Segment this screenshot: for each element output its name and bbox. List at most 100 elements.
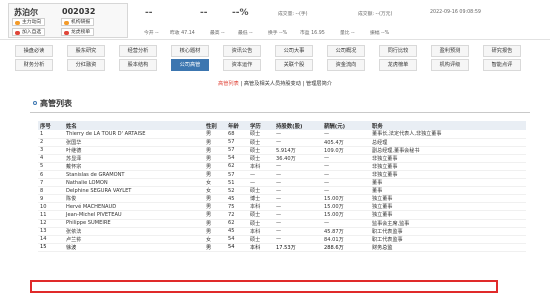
menu-item[interactable]: 资金流向 bbox=[327, 59, 365, 71]
table-cell: 董事 bbox=[370, 178, 526, 188]
table-cell: — bbox=[248, 170, 274, 180]
dragon-tiger-button[interactable]: 龙虎榜单 bbox=[61, 28, 95, 36]
table-cell[interactable]: 戴怀宗 bbox=[64, 162, 204, 171]
table-cell[interactable]: Hervé MACHENAUD bbox=[64, 202, 204, 212]
table-cell: 405.4万 bbox=[322, 138, 370, 147]
table-cell: 非独立董事 bbox=[370, 154, 526, 163]
table-cell: 57 bbox=[226, 138, 248, 147]
table-cell: 15.00万 bbox=[322, 202, 370, 212]
executive-table: 序号 姓名 性别 年龄 学历 持股数(股) 薪酬(元) 职务 1 Thierry … bbox=[38, 121, 526, 252]
menu-item[interactable]: 资讯公告 bbox=[223, 45, 261, 57]
table-row: 6 Stanislas de GRAMONT 男 57— — — 非独立董事 bbox=[38, 170, 526, 180]
table-cell: 15.00万 bbox=[322, 194, 370, 204]
table-row: 4 苏显泽男 54 硕士 36.40万 — 非独立董事 bbox=[38, 154, 526, 163]
table-row: 14 卢兰荪女 54 硕士 —84.01万 职工代表监事 bbox=[38, 235, 526, 244]
table-cell: — bbox=[322, 219, 370, 228]
table-cell: 女 bbox=[204, 235, 226, 244]
table-cell: 72 bbox=[226, 210, 248, 220]
menu-item[interactable]: 股东研究 bbox=[67, 45, 105, 57]
col-header: 薪酬(元) bbox=[322, 121, 370, 130]
table-cell: 男 bbox=[204, 154, 226, 163]
table-cell[interactable]: Philippe SUMEIRE bbox=[64, 219, 204, 228]
stock-box: 苏泊尔 002032 主力动向 机构研报 加入自选 龙虎榜单 bbox=[8, 3, 128, 38]
table-cell: 本科 bbox=[248, 162, 274, 171]
table-cell: 女 bbox=[204, 178, 226, 188]
table-cell[interactable]: 徐波 bbox=[64, 243, 204, 252]
add-watchlist-button[interactable]: 加入自选 bbox=[12, 28, 46, 36]
table-cell: 36.40万 bbox=[274, 154, 322, 163]
table-cell: 本科 bbox=[248, 202, 274, 212]
table-cell: — bbox=[274, 219, 322, 228]
table-cell: 57 bbox=[226, 146, 248, 155]
table-cell: — bbox=[274, 202, 322, 212]
section-bullet-icon bbox=[33, 101, 37, 105]
table-cell[interactable]: 叶继德 bbox=[64, 146, 204, 155]
table-cell: 男 bbox=[204, 243, 226, 252]
menu-item[interactable]: 股本结构 bbox=[119, 59, 157, 71]
table-row: 7 Nathalie LOMON 女 51— — — 董事 bbox=[38, 178, 526, 188]
menu-item[interactable]: 智能点评 bbox=[483, 59, 521, 71]
change-percent: --% bbox=[232, 8, 249, 18]
menu-item[interactable]: 龙虎榜单 bbox=[379, 59, 417, 71]
table-cell: 84.01万 bbox=[322, 235, 370, 244]
table-cell: 监事会主席,监事 bbox=[370, 219, 526, 228]
menu-item[interactable]: 关联个股 bbox=[275, 59, 313, 71]
sub-navigation: 高管列表 | 高管及相关人员持股变动 | 管理层简介 bbox=[218, 81, 332, 87]
table-cell: 独立董事 bbox=[370, 210, 526, 220]
table-row: 1 Thierry de LA TOUR D' ARTAISE 男 68 硕士 — — 董事长… bbox=[38, 130, 526, 139]
amount-label: 成交额: --(万元) bbox=[358, 12, 393, 17]
menu-item[interactable]: 公司概况 bbox=[327, 45, 365, 57]
table-cell[interactable]: 张依法 bbox=[64, 227, 204, 236]
table-cell: 独立董事 bbox=[370, 194, 526, 204]
divider bbox=[30, 112, 530, 113]
f10-menu: 操盘必读 股东研究 经营分析 核心题材 资讯公告 公司大事 公司概况 同行比较 … bbox=[15, 45, 535, 73]
table-cell[interactable]: Delphine SEGURA VAYLET bbox=[64, 186, 204, 196]
change-value: -- bbox=[200, 8, 208, 18]
subnav-exec-list[interactable]: 高管列表 bbox=[218, 81, 239, 87]
table-cell[interactable]: Jean-Michel PIVETEAU bbox=[64, 210, 204, 220]
menu-item[interactable]: 操盘必读 bbox=[15, 45, 53, 57]
menu-item[interactable]: 同行比较 bbox=[379, 45, 417, 57]
menu-item[interactable]: 研究报告 bbox=[483, 45, 521, 57]
table-cell[interactable]: 卢兰荪 bbox=[64, 235, 204, 244]
table-cell: 独立董事 bbox=[370, 202, 526, 212]
open-price: 今开 -- bbox=[144, 31, 159, 36]
menu-item-active[interactable]: 公司高管 bbox=[171, 59, 209, 71]
subnav-mgmt-intro[interactable]: 管理层简介 bbox=[306, 81, 332, 87]
red-dot-icon bbox=[64, 30, 69, 35]
table-cell: 男 bbox=[204, 138, 226, 147]
menu-item[interactable]: 资本运作 bbox=[223, 59, 261, 71]
table-cell: 1 bbox=[38, 130, 64, 139]
col-header: 性别 bbox=[204, 121, 226, 130]
table-cell: 5.914万 bbox=[274, 146, 322, 155]
menu-item[interactable]: 公司大事 bbox=[275, 45, 313, 57]
menu-item[interactable]: 经营分析 bbox=[119, 45, 157, 57]
table-cell: 本科 bbox=[248, 243, 274, 252]
table-cell[interactable]: Thierry de LA TOUR D' ARTAISE bbox=[64, 130, 204, 139]
subnav-holdings-change[interactable]: 高管及相关人员持股变动 bbox=[244, 81, 301, 87]
table-cell: 2 bbox=[38, 138, 64, 147]
table-cell: 男 bbox=[204, 162, 226, 171]
main-flow-button[interactable]: 主力动向 bbox=[12, 18, 46, 26]
table-cell[interactable]: Stanislas de GRAMONT bbox=[64, 170, 204, 180]
table-cell[interactable]: 张国华 bbox=[64, 138, 204, 147]
orange-dot-icon bbox=[15, 20, 20, 25]
menu-item[interactable]: 财务分析 bbox=[15, 59, 53, 71]
table-cell: 硕士 bbox=[248, 210, 274, 220]
table-cell: 288.6万 bbox=[322, 243, 370, 252]
table-cell[interactable]: 苏显泽 bbox=[64, 154, 204, 163]
menu-item[interactable]: 分红融资 bbox=[67, 59, 105, 71]
table-cell: — bbox=[274, 227, 322, 236]
table-cell: 17.53万 bbox=[274, 243, 322, 252]
orange-dot-icon bbox=[64, 20, 69, 25]
table-cell[interactable]: 陈俊 bbox=[64, 194, 204, 204]
research-report-button[interactable]: 机构研报 bbox=[61, 18, 95, 26]
table-cell: 硕士 bbox=[248, 154, 274, 163]
table-cell[interactable]: Nathalie LOMON bbox=[64, 178, 204, 188]
menu-item[interactable]: 盈利预测 bbox=[431, 45, 469, 57]
table-cell: 9 bbox=[38, 194, 64, 204]
menu-item[interactable]: 核心题材 bbox=[171, 45, 209, 57]
table-cell: — bbox=[274, 130, 322, 139]
menu-item[interactable]: 机构评级 bbox=[431, 59, 469, 71]
table-cell: — bbox=[274, 138, 322, 147]
